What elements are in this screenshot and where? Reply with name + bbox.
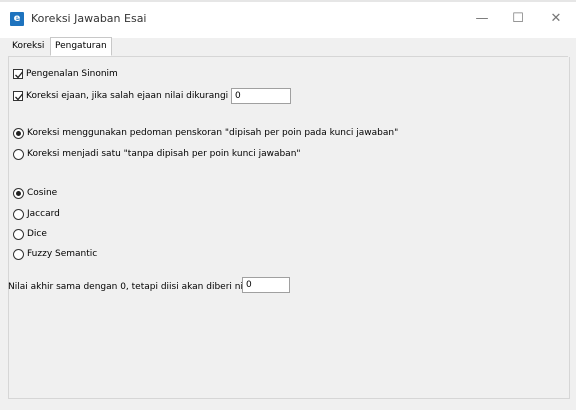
- method-fuzzy-semantic-radio[interactable]: [13, 248, 24, 260]
- synonym-label: Pengenalan Sinonim: [26, 69, 118, 79]
- spelling-label: Koreksi ejaan, jika salah ejaan nilai di…: [26, 91, 229, 101]
- method-fuzzy-semantic-option[interactable]: Fuzzy Semantic: [13, 247, 97, 261]
- method-fuzzy-semantic-label: Fuzzy Semantic: [27, 249, 98, 259]
- scoring-mode-single-label: Koreksi menjadi satu "tanpa dipisah per …: [27, 149, 301, 159]
- spelling-option[interactable]: Koreksi ejaan, jika salah ejaan nilai di…: [13, 89, 228, 103]
- minimize-button[interactable]: —: [466, 8, 498, 30]
- method-cosine-label: Cosine: [27, 188, 58, 198]
- method-jaccard-radio[interactable]: [13, 208, 24, 220]
- method-jaccard-label: Jaccard: [27, 209, 60, 219]
- synonym-option[interactable]: Pengenalan Sinonim: [13, 67, 118, 81]
- scoring-mode-option-single[interactable]: Koreksi menjadi satu "tanpa dipisah per …: [13, 147, 301, 161]
- spelling-checkbox[interactable]: [13, 91, 24, 101]
- tab-koreksi[interactable]: Koreksi: [8, 38, 48, 55]
- window-title: Koreksi Jawaban Esai: [31, 12, 147, 25]
- close-button[interactable]: ✕: [540, 8, 572, 30]
- method-cosine-option[interactable]: Cosine: [13, 186, 57, 200]
- zero-score-input[interactable]: 0: [242, 277, 290, 293]
- method-dice-label: Dice: [27, 229, 47, 239]
- scoring-mode-single-radio[interactable]: [13, 148, 24, 160]
- app-icon: e: [10, 12, 24, 26]
- method-jaccard-option[interactable]: Jaccard: [13, 207, 60, 221]
- zero-score-label: Nilai akhir sama dengan 0, tetapi diisi …: [8, 282, 254, 292]
- scoring-mode-option-split[interactable]: Koreksi menggunakan pedoman penskoran "d…: [13, 126, 398, 140]
- spelling-penalty-input[interactable]: 0: [231, 88, 291, 104]
- app-window: e Koreksi Jawaban Esai — ☐ ✕ Koreksi Pen…: [0, 0, 576, 410]
- scoring-mode-split-label: Koreksi menggunakan pedoman penskoran "d…: [27, 128, 399, 138]
- scoring-mode-split-radio[interactable]: [13, 127, 24, 139]
- synonym-checkbox[interactable]: [13, 69, 24, 79]
- settings-panel: Pengenalan Sinonim Koreksi ejaan, jika s…: [8, 57, 570, 399]
- title-bar-top-strip: [0, 0, 576, 2]
- tab-strip: Koreksi Pengaturan: [8, 37, 568, 57]
- title-bar: e Koreksi Jawaban Esai — ☐ ✕: [0, 0, 576, 38]
- tab-pengaturan[interactable]: Pengaturan: [50, 37, 112, 56]
- method-dice-radio[interactable]: [13, 228, 24, 240]
- method-cosine-radio[interactable]: [13, 187, 24, 199]
- method-dice-option[interactable]: Dice: [13, 227, 47, 241]
- checkmark-icon: [15, 93, 24, 101]
- maximize-button[interactable]: ☐: [502, 8, 534, 30]
- checkmark-icon: [15, 71, 24, 79]
